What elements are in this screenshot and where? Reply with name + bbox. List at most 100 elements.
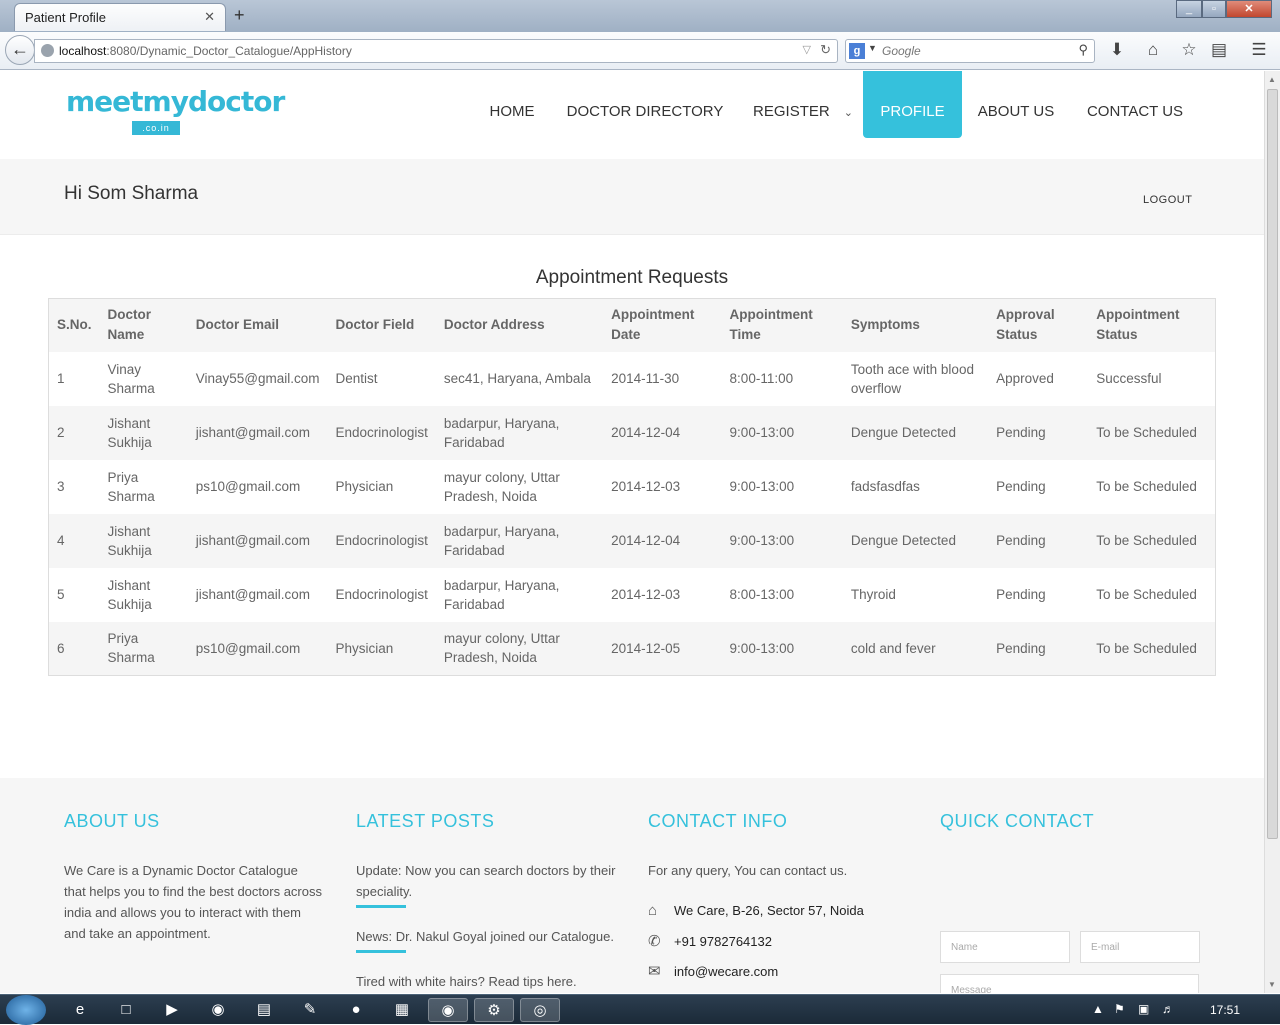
cell-time: 9:00-13:00	[729, 533, 795, 548]
cell-approval: Pending	[996, 425, 1046, 440]
notepad-icon[interactable]: ▤	[244, 998, 284, 1022]
download-icon[interactable]: ⬇	[1106, 39, 1128, 61]
cell-sno: 1	[57, 371, 65, 386]
site-logo[interactable]: meetmydoctor .co.in	[66, 85, 285, 135]
cell-doctor-email: jishant@gmail.com	[195, 587, 311, 602]
cell-status: To be Scheduled	[1096, 425, 1197, 440]
url-path: :8080/Dynamic_Doctor_Catalogue/AppHistor…	[106, 44, 352, 58]
latest-post-link[interactable]: News: Dr. Nakul Goyal joined our Catalog…	[356, 926, 626, 947]
header-appointment-time: Appointment Time	[729, 307, 813, 343]
cell-date: 2014-12-04	[611, 533, 681, 548]
page-scrollbar[interactable]: ▲ ▼	[1264, 71, 1280, 993]
footer-contact-title: CONTACT INFO	[648, 811, 788, 831]
cell-doctor-name: Vinay Sharma	[107, 361, 155, 396]
table-row: 4 Jishant Sukhija jishant@gmail.com Endo…	[48, 513, 1216, 568]
header-symptoms: Symptoms	[850, 317, 920, 333]
latest-post-link[interactable]: Tired with white hairs? Read tips here.	[356, 971, 626, 992]
logout-link[interactable]: LOGOUT	[1143, 194, 1192, 206]
contact-email-text[interactable]: info@wecare.com	[674, 964, 778, 979]
editor-icon[interactable]: ✎	[290, 998, 330, 1022]
minimize-button[interactable]: _	[1176, 0, 1202, 18]
cell-date: 2014-12-03	[611, 479, 681, 494]
nav-profile[interactable]: PROFILE	[863, 71, 962, 138]
browser-titlebar: Patient Profile ✕ + _ ▫ ✕	[0, 0, 1280, 32]
globe-icon	[41, 44, 54, 57]
tab-patient-profile[interactable]: Patient Profile ✕	[14, 3, 226, 31]
network-icon[interactable]: ▣	[1138, 1002, 1149, 1016]
cell-status: To be Scheduled	[1096, 533, 1197, 548]
scroll-up-icon[interactable]: ▲	[1268, 75, 1276, 84]
cell-doctor-email: jishant@gmail.com	[195, 425, 311, 440]
url-bar[interactable]: localhost:8080/Dynamic_Doctor_Catalogue/…	[34, 39, 838, 63]
header-appointment-date: Appointment Date	[611, 307, 695, 343]
tab-close-icon[interactable]: ✕	[204, 9, 215, 25]
home-icon: ⌂	[648, 902, 658, 919]
cell-time: 9:00-13:00	[729, 640, 795, 656]
chrome-icon[interactable]: ◉	[198, 998, 238, 1022]
volume-icon[interactable]: ♬	[1162, 1002, 1174, 1016]
search-engine-dropdown-icon[interactable]: ▼	[868, 43, 877, 53]
user-greeting: Hi Som Sharma	[64, 183, 199, 204]
search-bar[interactable]: g ▼ Google ⚲	[845, 39, 1095, 63]
reload-icon[interactable]: ↻	[820, 42, 831, 58]
back-icon[interactable]: ←	[5, 35, 35, 65]
cell-symptoms: Thyroid	[850, 587, 896, 602]
tray-expand-icon[interactable]: ▲	[1092, 1002, 1104, 1016]
envelope-icon: ✉	[648, 963, 661, 980]
cell-status: Successful	[1096, 371, 1162, 386]
nav-home[interactable]: HOME	[478, 71, 546, 138]
cell-approval: Pending	[996, 587, 1046, 602]
header-approval-status: Approval Status	[996, 307, 1055, 343]
media-player-icon[interactable]: ▶	[152, 998, 192, 1022]
cell-doctor-email: ps10@gmail.com	[195, 479, 301, 494]
footer-quick-contact-title: QUICK CONTACT	[940, 811, 1095, 831]
url-dropdown-icon[interactable]: ▽	[803, 43, 811, 56]
search-icon[interactable]: ⚲	[1078, 42, 1088, 58]
cell-doctor-name: Priya Sharma	[107, 631, 155, 666]
quick-contact-message-input[interactable]: Message	[940, 974, 1199, 993]
flag-icon[interactable]: ⚑	[1114, 1002, 1125, 1016]
quick-contact-email-input[interactable]: E-mail	[1080, 931, 1200, 963]
cell-doctor-name: Jishant Sukhija	[107, 577, 152, 612]
start-button[interactable]	[6, 995, 46, 1025]
home-icon[interactable]: ⌂	[1142, 39, 1164, 61]
cell-time: 9:00-13:00	[729, 425, 795, 440]
internet-explorer-icon[interactable]: e	[60, 998, 100, 1022]
cell-sno: 2	[57, 425, 65, 440]
windows-taskbar: e □ ▶ ◉ ▤ ✎ ● ▦ ◉ ⚙ ◎ ▲ ⚑ ▣ ♬ 17:51	[0, 994, 1280, 1025]
nav-doctor-directory[interactable]: DOCTOR DIRECTORY	[562, 71, 728, 138]
tab-title: Patient Profile	[25, 10, 106, 25]
clipboard-icon[interactable]: ▤	[1208, 39, 1230, 61]
cell-doctor-address: badarpur, Haryana, Faridabad	[443, 415, 560, 450]
cell-doctor-email: ps10@gmail.com	[195, 640, 301, 656]
bookmark-star-icon[interactable]: ☆	[1178, 39, 1200, 61]
cell-date: 2014-11-30	[611, 371, 680, 386]
google-icon[interactable]: g	[849, 43, 865, 59]
close-window-button[interactable]: ✕	[1226, 0, 1272, 18]
cell-doctor-field: Endocrinologist	[335, 533, 428, 548]
taskbar-clock[interactable]: 17:51	[1210, 1003, 1240, 1017]
header-appointment-status: Appointment Status	[1096, 307, 1180, 343]
eclipse-icon[interactable]: ●	[336, 998, 376, 1022]
cell-symptoms: cold and fever	[850, 640, 936, 656]
spreadsheet-icon[interactable]: ▦	[382, 998, 422, 1022]
nav-about-us[interactable]: ABOUT US	[972, 71, 1060, 138]
scroll-down-icon[interactable]: ▼	[1268, 980, 1276, 989]
scrollbar-thumb[interactable]	[1267, 89, 1278, 839]
cell-approval: Pending	[996, 533, 1046, 548]
menu-icon[interactable]: ☰	[1248, 39, 1270, 61]
latest-post-link[interactable]: Update: Now you can search doctors by th…	[356, 860, 616, 902]
app-icon[interactable]: ◎	[520, 998, 560, 1022]
maximize-button[interactable]: ▫	[1202, 0, 1226, 18]
settings-icon[interactable]: ⚙	[474, 998, 514, 1022]
nav-contact-us[interactable]: CONTACT US	[1080, 71, 1190, 138]
cell-doctor-address: badarpur, Haryana, Faridabad	[443, 523, 560, 558]
cell-doctor-field: Physician	[335, 640, 394, 656]
nav-register[interactable]: REGISTER ⌄	[746, 71, 860, 138]
folder-icon[interactable]: □	[106, 998, 146, 1022]
firefox-icon[interactable]: ◉	[428, 998, 468, 1022]
site-header: meetmydoctor .co.in HOME DOCTOR DIRECTOR…	[0, 71, 1264, 159]
new-tab-icon[interactable]: +	[234, 5, 245, 26]
cell-doctor-address: mayur colony, Uttar Pradesh, Noida	[443, 469, 560, 504]
quick-contact-name-input[interactable]: Name	[940, 931, 1070, 963]
